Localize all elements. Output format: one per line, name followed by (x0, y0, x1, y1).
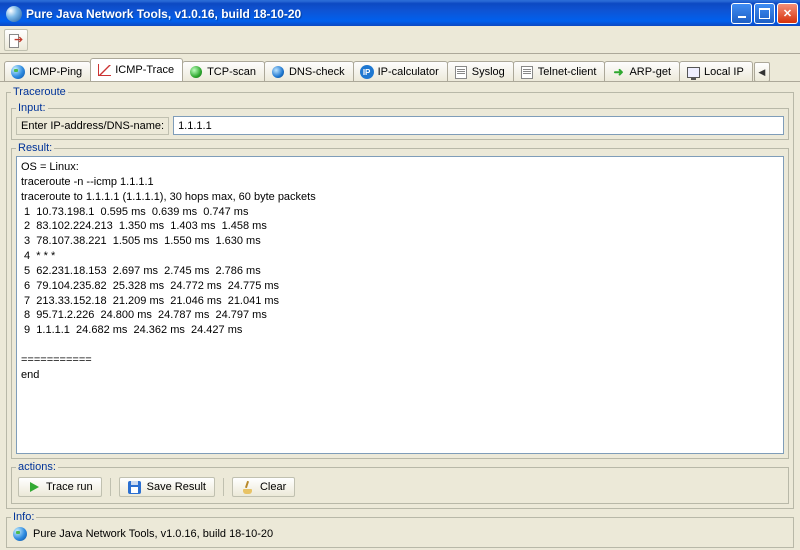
tabs-bar: ICMP-Ping ICMP-Trace TCP-scan DNS-check … (0, 54, 800, 82)
input-group: Input: Enter IP-address/DNS-name: (11, 102, 789, 140)
tab-local-ip[interactable]: Local IP (679, 61, 753, 82)
content-area: Traceroute Input: Enter IP-address/DNS-n… (0, 82, 800, 550)
globe-icon (13, 527, 27, 541)
green-dot-icon (189, 65, 203, 79)
input-label: Enter IP-address/DNS-name: (16, 117, 169, 135)
input-legend: Input: (16, 102, 48, 114)
ip-badge-icon: IP (360, 65, 374, 79)
info-legend: Info: (11, 511, 36, 523)
result-group: Result: OS = Linux: traceroute -n --icmp… (11, 142, 789, 459)
window-title: Pure Java Network Tools, v1.0.16, build … (26, 7, 731, 21)
tab-dns-check[interactable]: DNS-check (264, 61, 354, 82)
globe-icon (11, 65, 25, 79)
result-output[interactable]: OS = Linux: traceroute -n --icmp 1.1.1.1… (16, 156, 784, 454)
tab-label: DNS-check (289, 66, 345, 78)
action-label: Clear (260, 481, 286, 493)
action-label: Save Result (147, 481, 206, 493)
tab-scroll-left[interactable]: ◀ (754, 62, 770, 82)
trace-run-button[interactable]: Trace run (18, 477, 102, 497)
clear-button[interactable]: Clear (232, 477, 295, 497)
window-titlebar: Pure Java Network Tools, v1.0.16, build … (0, 0, 800, 26)
actions-legend: actions: (16, 461, 58, 473)
tab-label: ICMP-Trace (115, 64, 174, 76)
monitor-icon (686, 65, 700, 79)
window-maximize-button[interactable] (754, 3, 775, 24)
info-text: Pure Java Network Tools, v1.0.16, build … (33, 528, 273, 540)
tab-label: Telnet-client (538, 66, 597, 78)
ip-address-input[interactable] (173, 116, 784, 135)
result-legend: Result: (16, 142, 54, 154)
exit-icon (9, 33, 23, 47)
disk-icon (128, 480, 142, 494)
info-group: Info: Pure Java Network Tools, v1.0.16, … (6, 511, 794, 548)
save-result-button[interactable]: Save Result (119, 477, 215, 497)
document-icon (520, 65, 534, 79)
tab-label: IP-calculator (378, 66, 439, 78)
tab-icmp-ping[interactable]: ICMP-Ping (4, 61, 91, 82)
window-minimize-button[interactable] (731, 3, 752, 24)
tab-telnet-client[interactable]: Telnet-client (513, 61, 606, 82)
play-icon (27, 480, 41, 494)
broom-icon (241, 480, 255, 494)
tab-ip-calculator[interactable]: IP IP-calculator (353, 61, 448, 82)
tab-tcp-scan[interactable]: TCP-scan (182, 61, 265, 82)
tab-label: Syslog (472, 66, 505, 78)
chart-icon (97, 63, 111, 77)
traceroute-group: Traceroute Input: Enter IP-address/DNS-n… (6, 86, 794, 509)
tab-label: ARP-get (629, 66, 671, 78)
tab-label: TCP-scan (207, 66, 256, 78)
separator (110, 478, 111, 496)
app-icon (6, 6, 22, 22)
actions-group: actions: Trace run Save Result Clear (11, 461, 789, 504)
main-toolbar (0, 26, 800, 54)
tab-arp-get[interactable]: ➜ ARP-get (604, 61, 680, 82)
blue-dot-icon (271, 65, 285, 79)
tab-icmp-trace[interactable]: ICMP-Trace (90, 58, 183, 82)
traceroute-legend: Traceroute (11, 86, 68, 98)
tab-syslog[interactable]: Syslog (447, 61, 514, 82)
tab-label: ICMP-Ping (29, 66, 82, 78)
exit-button[interactable] (4, 29, 28, 51)
action-label: Trace run (46, 481, 93, 493)
tab-label: Local IP (704, 66, 744, 78)
window-close-button[interactable] (777, 3, 798, 24)
arrow-icon: ➜ (611, 65, 625, 79)
document-icon (454, 65, 468, 79)
separator (223, 478, 224, 496)
